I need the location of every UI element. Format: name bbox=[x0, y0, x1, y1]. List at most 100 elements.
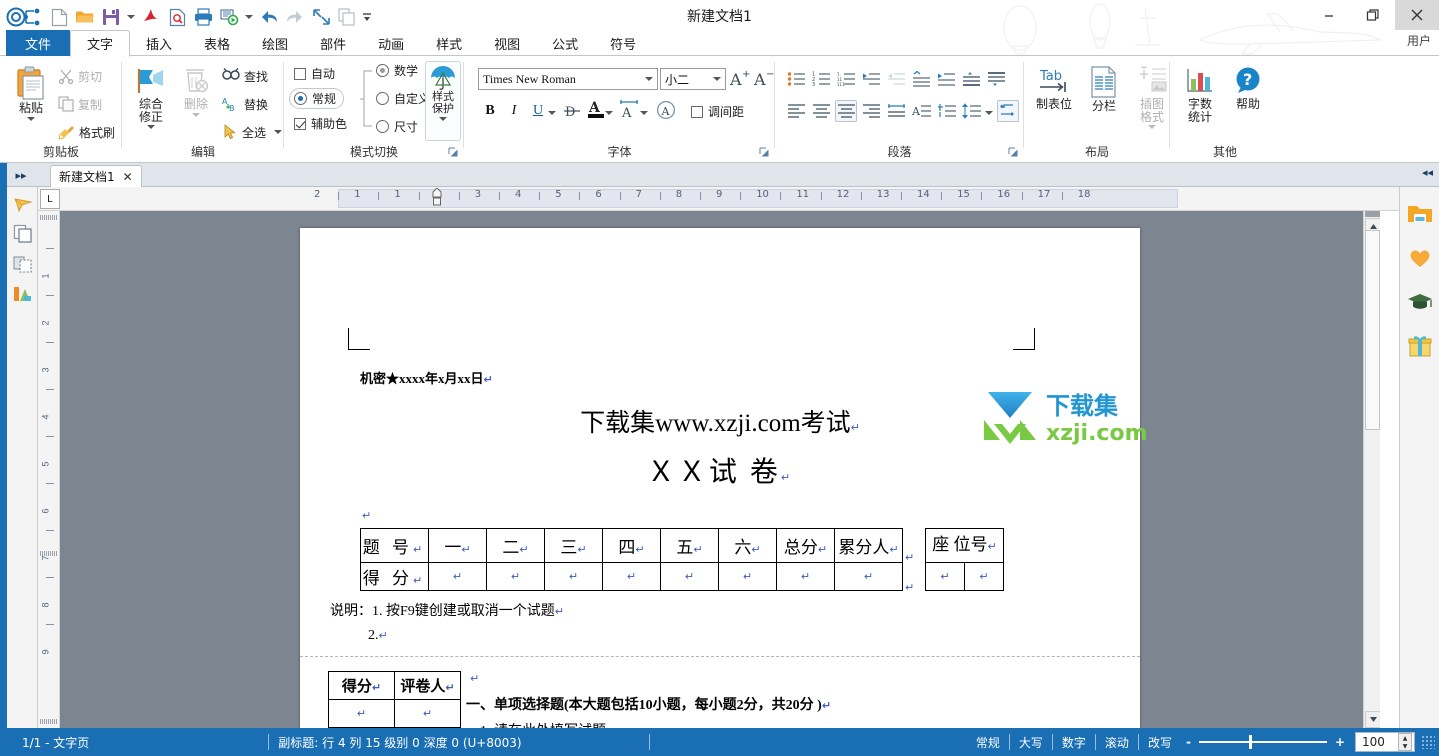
vertical-ruler[interactable]: 1 2 3 4 5 6 7 8 9 bbox=[38, 211, 60, 728]
grader-table[interactable]: 得分↵ 评卷人↵ ↵ ↵ bbox=[328, 671, 461, 728]
font-size-combo[interactable]: 小二 bbox=[660, 68, 726, 90]
score-table-h5[interactable]: 五↵ bbox=[660, 528, 719, 563]
scroll-down-button[interactable] bbox=[1365, 711, 1380, 728]
table-row[interactable]: ↵ ↵ bbox=[328, 699, 461, 728]
pointer-tool-icon[interactable] bbox=[7, 191, 38, 217]
close-button[interactable] bbox=[1395, 0, 1439, 30]
zoom-out-button[interactable]: - bbox=[1186, 735, 1191, 749]
doc-section-heading[interactable]: 一、单项选择题(本大题包括10小题，每小题2分，共20分 )↵ bbox=[466, 694, 831, 714]
mode-normal-status[interactable]: 常规 bbox=[976, 734, 1000, 751]
align-right-button[interactable] bbox=[860, 100, 882, 122]
score-table-h7[interactable]: 总分↵ bbox=[776, 528, 835, 563]
format-painter-button[interactable]: 格式刷 bbox=[58, 121, 115, 143]
adjust-spacing-option[interactable]: 调间距 bbox=[691, 103, 744, 120]
select-region-icon[interactable] bbox=[7, 251, 38, 277]
seat-table-cell-1[interactable]: ↵ bbox=[964, 562, 1004, 591]
align-center-left-button[interactable] bbox=[810, 100, 832, 122]
color-tool-icon[interactable] bbox=[7, 281, 38, 307]
tab-stop-selector-icon[interactable]: L bbox=[40, 189, 60, 209]
vertical-scrollbar[interactable] bbox=[1363, 211, 1380, 728]
horizontal-ruler[interactable]: L 21123456789101112131415161718 bbox=[38, 187, 1399, 211]
ribbon-tab-bujian[interactable]: 部件 bbox=[304, 30, 362, 56]
indent-decrease-button[interactable] bbox=[885, 68, 907, 90]
folder-icon[interactable] bbox=[1400, 197, 1439, 231]
table-row[interactable]: 座 位号↵ bbox=[925, 528, 1004, 563]
columns-button[interactable]: 分栏 bbox=[1082, 62, 1126, 113]
align-top-button[interactable] bbox=[960, 68, 982, 90]
mode-auto-option[interactable]: 自动 bbox=[294, 65, 335, 82]
line-spacing-a-button[interactable] bbox=[935, 100, 957, 122]
restore-button[interactable] bbox=[1351, 0, 1395, 30]
comprehensive-fix-button[interactable]: 综合 修正 bbox=[128, 62, 174, 129]
shrink-font-button[interactable]: A − bbox=[752, 67, 776, 89]
seat-table-cell-0[interactable]: ↵ bbox=[925, 562, 965, 591]
font-dialog-launcher[interactable] bbox=[759, 147, 771, 159]
score-table[interactable]: 题 号↵ 一↵ 二↵ 三↵ 四↵ 五↵ 六↵ 总分↵ 累分人↵ 得 分↵ ↵ ↵… bbox=[360, 528, 903, 591]
table-row[interactable]: ↵ ↵ bbox=[925, 562, 1004, 591]
grader-header-1[interactable]: 评卷人↵ bbox=[394, 671, 461, 700]
style-protect-button[interactable]: 样式 保护 bbox=[425, 61, 461, 141]
doc-blank-para-1[interactable]: ↵ bbox=[362, 508, 371, 523]
align-center-button[interactable] bbox=[835, 100, 857, 122]
math-radio[interactable] bbox=[376, 64, 389, 77]
circle-char-button[interactable]: A bbox=[654, 99, 678, 121]
help-button[interactable]: ? 帮助 bbox=[1226, 62, 1270, 111]
scroll-thumb[interactable] bbox=[1365, 230, 1380, 430]
score-table-h4[interactable]: 四↵ bbox=[602, 528, 661, 563]
normal-radio[interactable] bbox=[294, 92, 307, 105]
font-family-combo[interactable]: Times New Roman bbox=[478, 68, 658, 90]
font-color-dropdown-icon[interactable] bbox=[603, 102, 615, 124]
ribbon-tab-fuhao[interactable]: 符号 bbox=[594, 30, 652, 56]
grader-value-0[interactable]: ↵ bbox=[328, 699, 395, 728]
bold-button[interactable]: B bbox=[478, 100, 502, 122]
seat-table-header[interactable]: 座 位号↵ bbox=[925, 528, 1004, 563]
delete-button[interactable]: 删除 bbox=[176, 62, 216, 117]
ribbon-tab-gongshi[interactable]: 公式 bbox=[536, 30, 594, 56]
align-distribute-button[interactable]: A bbox=[910, 100, 932, 122]
indent-increase-button[interactable] bbox=[860, 68, 882, 90]
size-radio[interactable] bbox=[376, 120, 389, 133]
grow-font-button[interactable]: A + bbox=[728, 67, 752, 89]
score-table-h3[interactable]: 三↵ bbox=[544, 528, 603, 563]
font-size-dropdown-icon[interactable] bbox=[709, 77, 725, 81]
indent-right-button[interactable] bbox=[935, 68, 957, 90]
paste-button[interactable]: 粘贴 bbox=[8, 62, 54, 121]
score-table-v6[interactable]: ↵ bbox=[718, 562, 777, 591]
ribbon-tab-yangshi[interactable]: 样式 bbox=[420, 30, 478, 56]
align-bottom-button[interactable] bbox=[985, 68, 1007, 90]
document-canvas[interactable]: 机密★xxxx年x月xx日↵ 下载集www.xzji.com考试↵ ＸＸ试 卷↵… bbox=[60, 211, 1380, 728]
picture-format-button[interactable]: 插图 格式 bbox=[1130, 62, 1174, 129]
page-info[interactable]: 1/1 - 文字页 bbox=[22, 734, 89, 751]
score-table-v8[interactable]: ↵ bbox=[834, 562, 903, 591]
bullets-button[interactable] bbox=[785, 68, 807, 90]
paragraph-dialog-launcher[interactable] bbox=[1008, 147, 1020, 159]
mode-math-option[interactable]: 数学 bbox=[376, 62, 418, 79]
space-before-button[interactable] bbox=[910, 68, 932, 90]
score-table-h0[interactable]: 题 号↵ bbox=[360, 528, 429, 563]
first-line-indent-marker[interactable] bbox=[432, 188, 442, 206]
score-table-h6[interactable]: 六↵ bbox=[718, 528, 777, 563]
grader-header-0[interactable]: 得分↵ bbox=[328, 671, 395, 700]
score-table-v3[interactable]: ↵ bbox=[544, 562, 603, 591]
scroll-split-handle[interactable] bbox=[1365, 211, 1380, 217]
multilevel-list-button[interactable]: 1. 11 111 bbox=[835, 68, 857, 90]
word-count-button[interactable]: 字数 统计 bbox=[1178, 62, 1222, 124]
document-tab-1[interactable]: 新建文档1 ✕ bbox=[50, 165, 142, 187]
score-table-v4[interactable]: ↵ bbox=[602, 562, 661, 591]
table-row[interactable]: 得 分↵ ↵ ↵ ↵ ↵ ↵ ↵ ↵ ↵ bbox=[360, 562, 903, 591]
select-all-button[interactable]: 全选 bbox=[222, 121, 283, 143]
graduation-cap-icon[interactable] bbox=[1400, 285, 1439, 319]
font-family-dropdown-icon[interactable] bbox=[641, 77, 657, 81]
ribbon-tab-huitu[interactable]: 绘图 bbox=[246, 30, 304, 56]
show-marks-button[interactable] bbox=[997, 100, 1019, 122]
mode-assist-color-option[interactable]: 辅助色 bbox=[294, 115, 347, 132]
doc-question-1[interactable]: 1. 请在此处填写试题↵ bbox=[480, 720, 615, 728]
paragraph-more-dropdown-icon[interactable] bbox=[983, 102, 995, 124]
mode-size-option[interactable]: 尺寸 bbox=[376, 118, 418, 135]
copy-button[interactable]: 复制 bbox=[58, 93, 102, 115]
mode-switch-dialog-launcher[interactable] bbox=[448, 147, 460, 159]
grader-value-1[interactable]: ↵ bbox=[394, 699, 461, 728]
replace-button[interactable]: AB 替换 bbox=[222, 93, 268, 115]
adjust-spacing-checkbox[interactable] bbox=[691, 105, 703, 118]
mode-num-status[interactable]: 数字 bbox=[1062, 734, 1086, 751]
